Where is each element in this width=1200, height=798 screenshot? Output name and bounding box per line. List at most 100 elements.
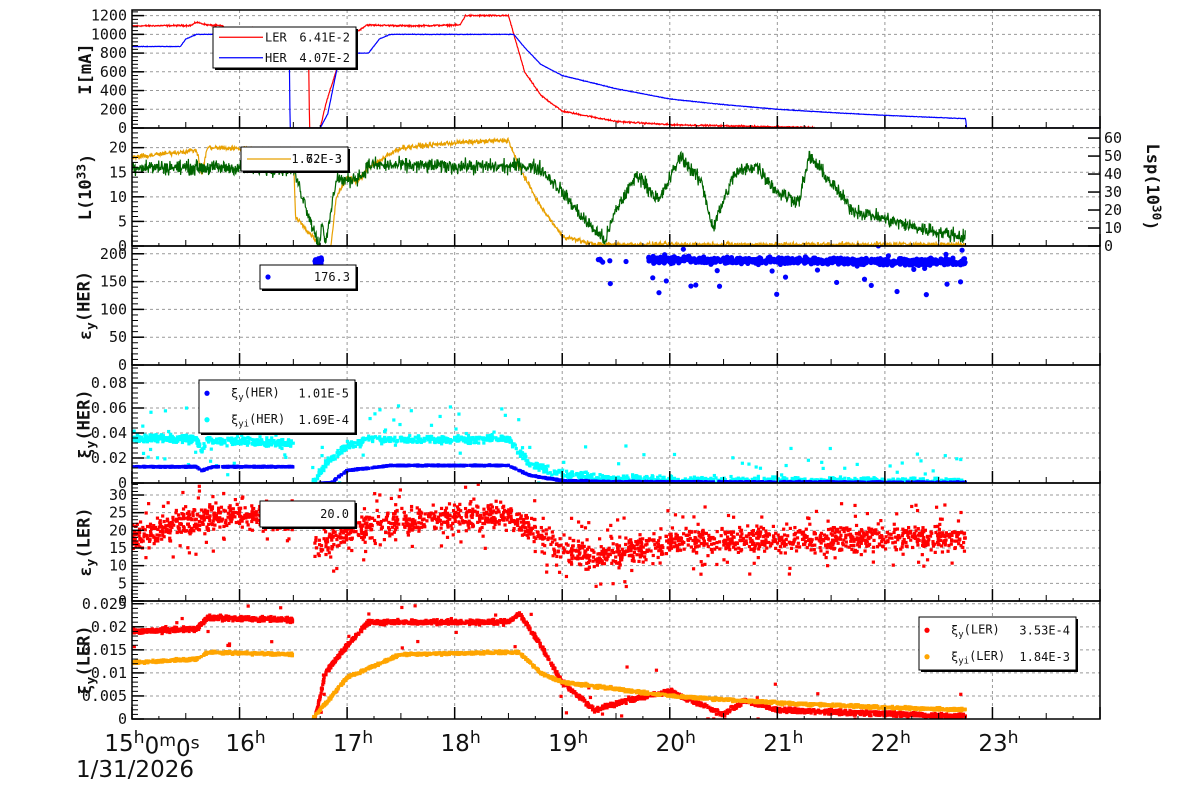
data-point [845, 256, 852, 263]
data-point [673, 513, 678, 517]
data-point [933, 257, 939, 263]
data-point [199, 449, 203, 453]
data-point [823, 235, 828, 240]
data-point [260, 438, 264, 442]
data-point [758, 466, 763, 470]
data-point [682, 547, 686, 551]
data-point [416, 463, 420, 467]
data-point [226, 511, 230, 515]
data-point [902, 477, 906, 481]
data-point [583, 470, 587, 475]
data-point [555, 554, 559, 559]
data-point [670, 526, 675, 530]
data-point [220, 438, 224, 442]
data-point [482, 507, 486, 511]
data-point [554, 563, 559, 567]
data-point [281, 443, 286, 447]
data-point [239, 518, 243, 522]
data-point [389, 463, 394, 467]
right-y-tick-label: 0 [1104, 237, 1113, 255]
data-point [591, 479, 595, 483]
data-point [315, 474, 320, 478]
data-point [320, 466, 324, 470]
data-point [250, 504, 254, 508]
data-point [234, 520, 238, 525]
data-point [398, 422, 402, 427]
data-point [242, 438, 246, 442]
y-tick-label: 0 [118, 119, 127, 137]
data-point [549, 477, 554, 481]
data-point [378, 408, 382, 412]
right-y-tick-label: 60 [1104, 129, 1122, 147]
legend-label: HER [265, 51, 287, 65]
data-point [426, 463, 431, 467]
data-point [367, 436, 371, 441]
right-y-tick-label: 30 [1104, 183, 1122, 201]
data-point [410, 544, 414, 549]
data-point [176, 525, 180, 529]
data-point [209, 447, 213, 451]
data-point [167, 429, 171, 434]
data-point [190, 465, 194, 469]
data-point [335, 566, 339, 571]
data-point [915, 261, 921, 267]
data-point [831, 256, 837, 262]
data-point [227, 436, 231, 441]
data-point [289, 444, 293, 448]
data-point [191, 437, 196, 441]
data-point [656, 555, 660, 560]
data-point [409, 508, 414, 512]
data-point [944, 281, 950, 287]
data-point [394, 503, 398, 507]
data-point [213, 523, 217, 527]
series-group [312, 232, 968, 298]
data-point [142, 535, 146, 539]
data-point [676, 232, 681, 237]
data-point [161, 533, 165, 537]
data-point [221, 536, 226, 540]
data-point [800, 236, 805, 241]
data-point [512, 442, 516, 446]
data-point [247, 440, 251, 444]
data-point [425, 519, 429, 523]
data-point [487, 463, 492, 467]
data-point [189, 434, 193, 438]
data-point [400, 464, 405, 468]
data-point [590, 473, 594, 477]
data-point [893, 235, 898, 240]
data-point [240, 525, 244, 529]
data-point [314, 546, 319, 550]
data-point [730, 260, 736, 266]
data-point [198, 523, 202, 527]
legend-value: 1.69E-4 [298, 413, 349, 427]
data-point [436, 463, 440, 467]
data-point [774, 291, 780, 297]
data-point [598, 257, 604, 264]
data-point [444, 439, 448, 443]
data-point [457, 412, 461, 416]
data-point [273, 441, 277, 445]
data-point [650, 235, 655, 240]
y-tick-label: 200 [100, 245, 127, 263]
data-point [155, 456, 160, 460]
data-point [284, 455, 288, 460]
data-point [896, 258, 902, 265]
data-point [557, 468, 561, 473]
data-point [576, 479, 581, 483]
data-point [248, 513, 253, 517]
data-point [393, 443, 398, 447]
data-point [868, 282, 874, 289]
data-point [931, 469, 935, 473]
data-point [277, 465, 281, 469]
data-point [168, 539, 173, 543]
data-point [646, 256, 652, 263]
data-point [206, 440, 211, 444]
data-point [193, 465, 197, 469]
data-point [194, 450, 198, 454]
data-point [722, 257, 728, 263]
data-point [496, 438, 500, 443]
panel-5: 051015202530εy(LER) 20.0 [75, 482, 1101, 610]
data-point [458, 451, 462, 455]
data-point [219, 505, 224, 509]
data-point [243, 506, 247, 510]
